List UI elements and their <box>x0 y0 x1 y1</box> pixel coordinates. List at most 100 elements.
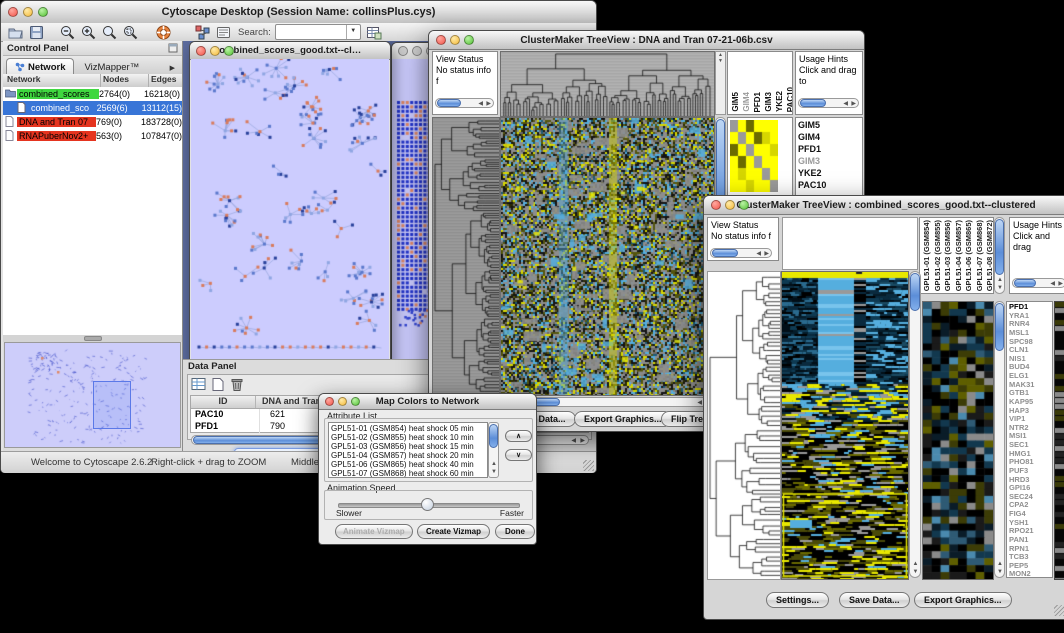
attribute-item[interactable]: GPL51-01 (GSM854) heat shock 05 min <box>331 424 485 433</box>
scrollbar-thumb[interactable] <box>489 424 498 448</box>
overview-icon[interactable] <box>194 24 211 41</box>
scroll-up-arrow[interactable]: ▲ <box>491 461 497 468</box>
heatmap-view[interactable] <box>781 271 909 580</box>
network-row[interactable]: combined_scores 2764(0) 16218(0) <box>3 87 182 101</box>
close-button[interactable] <box>398 46 408 56</box>
scroll-right-arrow[interactable]: ▶ <box>851 101 856 108</box>
resize-grip[interactable] <box>1054 605 1064 616</box>
open-icon[interactable] <box>7 24 24 41</box>
attribute-list[interactable]: GPL51-01 (GSM854) heat shock 05 minGPL51… <box>328 422 488 478</box>
network-name[interactable]: DNA and Tran 07 <box>17 117 96 127</box>
animate-vizmap-button[interactable]: Animate Vizmap <box>335 524 413 539</box>
minimize-button[interactable] <box>450 35 460 45</box>
scroll-down-arrow[interactable]: ▼ <box>913 569 919 576</box>
dendrogram-scroll-arrows[interactable]: ▲▼ <box>715 51 726 115</box>
export-graphics-button[interactable]: Export Graphics... <box>574 411 672 427</box>
minimize-button[interactable] <box>338 397 347 406</box>
scroll-down-arrow[interactable]: ▼ <box>997 285 1003 292</box>
float-panel-icon[interactable] <box>168 43 178 53</box>
network-row[interactable]: DNA and Tran 07 769(0) 183728(0) <box>3 115 182 129</box>
close-button[interactable] <box>711 200 721 210</box>
search-input[interactable]: ▼ <box>275 24 361 40</box>
help-icon[interactable] <box>155 24 172 41</box>
main-titlebar[interactable]: Cytoscape Desktop (Session Name: collins… <box>1 1 596 24</box>
network-row[interactable]: RNAPuberNov2+ 563(0) 107847(0) <box>3 129 182 143</box>
scroll-up-arrow[interactable]: ▲ <box>997 561 1003 568</box>
scroll-left-arrow[interactable]: ◀ <box>478 101 483 108</box>
scroll-left-arrow[interactable]: ◀ <box>756 251 761 258</box>
scroll-right-arrow[interactable]: ▶ <box>486 101 491 108</box>
create-vizmap-button[interactable]: Create Vizmap <box>417 524 490 539</box>
scroll-right-arrow[interactable]: ▶ <box>580 438 585 445</box>
zoom-in-icon[interactable] <box>80 24 97 41</box>
network-row-selected[interactable]: combined_sco 2569(6) 13112(15) <box>3 101 182 115</box>
col-nodes[interactable]: Nodes <box>101 74 149 87</box>
speed-slider-thumb[interactable] <box>421 498 434 511</box>
panel-splitter[interactable] <box>3 335 182 342</box>
heatmap-view[interactable] <box>500 117 715 396</box>
scrollbar-thumb[interactable] <box>1014 279 1036 287</box>
tab-network[interactable]: Network <box>6 58 74 75</box>
done-button[interactable]: Done <box>495 524 535 539</box>
scrollbar-thumb[interactable] <box>437 99 461 107</box>
similarity-matrix-canvas[interactable] <box>730 120 778 192</box>
zoom-button[interactable] <box>38 7 48 17</box>
save-icon[interactable] <box>28 24 45 41</box>
table-col-id[interactable]: ID <box>191 396 256 408</box>
attribute-item[interactable]: GPL51-06 (GSM865) heat shock 40 min <box>331 460 485 469</box>
scrollbar-thumb[interactable] <box>800 99 826 107</box>
attribute-item[interactable]: GPL51-03 (GSM856) heat shock 15 min <box>331 442 485 451</box>
scroll-left-arrow[interactable]: ◀ <box>571 438 576 445</box>
scrollbar-thumb[interactable] <box>995 219 1004 275</box>
scroll-up-arrow[interactable]: ▲ <box>913 561 919 568</box>
attribute-select-icon[interactable] <box>191 377 207 392</box>
move-up-button[interactable]: ∧ <box>505 430 532 442</box>
view-status-scrollbar[interactable]: ◀ ▶ <box>435 98 494 108</box>
close-button[interactable] <box>8 7 18 17</box>
usage-hints-scrollbar[interactable]: ◀ ▶ <box>1012 278 1064 288</box>
column-dendrogram-area[interactable] <box>782 217 918 270</box>
zoom-out-icon[interactable] <box>59 24 76 41</box>
treeview1-titlebar[interactable]: ClusterMaker TreeView : DNA and Tran 07-… <box>429 31 864 50</box>
minimize-button[interactable] <box>725 200 735 210</box>
minimize-button[interactable] <box>412 46 422 56</box>
row-dendrogram[interactable] <box>432 117 500 396</box>
zoom-selected-icon[interactable] <box>122 24 139 41</box>
scroll-left-arrow[interactable]: ◀ <box>1050 281 1055 288</box>
zoomed-heatmap[interactable] <box>922 301 994 580</box>
attribute-item[interactable]: GPL51-04 (GSM857) heat shock 20 min <box>331 451 485 460</box>
close-button[interactable] <box>325 397 334 406</box>
delete-attribute-icon[interactable] <box>229 377 245 392</box>
scroll-up-arrow[interactable]: ▲ <box>997 277 1003 284</box>
scrollbar-thumb[interactable] <box>910 273 920 311</box>
network-view-1[interactable] <box>191 59 389 359</box>
network-window-1[interactable]: combined_scores_good.txt--cluste... <box>189 41 391 359</box>
network-window-1-titlebar[interactable]: combined_scores_good.txt--cluste... <box>190 42 390 60</box>
zoom-button[interactable] <box>224 46 234 56</box>
close-button[interactable] <box>196 46 206 56</box>
network-canvas[interactable] <box>191 59 389 359</box>
scroll-left-arrow[interactable]: ◀ <box>843 101 848 108</box>
resize-grip[interactable] <box>583 460 594 471</box>
col-edges[interactable]: Edges <box>149 74 182 87</box>
export-graphics-button[interactable]: Export Graphics... <box>914 592 1012 608</box>
dialog-titlebar[interactable]: Map Colors to Network <box>319 394 536 410</box>
scroll-down-arrow[interactable]: ▼ <box>491 469 497 476</box>
search-dropdown-arrow[interactable]: ▼ <box>346 25 360 39</box>
move-down-button[interactable]: ∨ <box>505 449 532 461</box>
zoom-button[interactable] <box>464 35 474 45</box>
column-dendrogram[interactable] <box>500 51 715 117</box>
zoom-button[interactable] <box>739 200 749 210</box>
minimize-button[interactable] <box>210 46 220 56</box>
treeview2-titlebar[interactable]: ClusterMaker TreeView : combined_scores_… <box>704 196 1064 215</box>
col-network[interactable]: Network <box>3 74 101 87</box>
scrollbar-thumb[interactable] <box>712 249 738 257</box>
save-data-button[interactable]: Save Data... <box>839 592 910 608</box>
heatmap-vscrollbar[interactable]: ▲ ▼ <box>909 271 921 578</box>
annotation-icon[interactable] <box>215 24 232 41</box>
row-dendrogram[interactable] <box>707 271 781 580</box>
attribute-item[interactable]: GPL51-07 (GSM868) heat shock 60 min <box>331 469 485 478</box>
attribute-item[interactable]: GPL51-02 (GSM855) heat shock 10 min <box>331 433 485 442</box>
gene-list-scrollbar[interactable]: ▲ ▼ <box>994 301 1005 578</box>
scrollbar-thumb[interactable] <box>995 303 1004 351</box>
